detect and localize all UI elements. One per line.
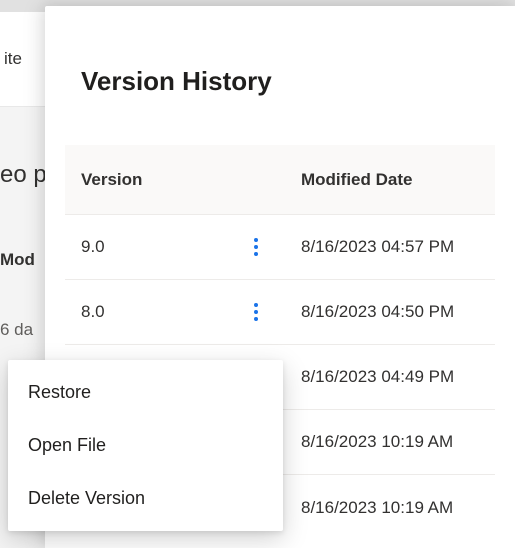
cell-modified-date: 8/16/2023 04:50 PM	[301, 302, 495, 322]
col-modified-date: Modified Date	[301, 170, 495, 190]
more-actions-icon[interactable]	[243, 299, 269, 325]
row-context-menu: Restore Open File Delete Version	[8, 360, 283, 531]
background-tab-fragment: ite	[0, 12, 50, 107]
cell-modified-date: 8/16/2023 10:19 AM	[301, 432, 495, 452]
cell-modified-date: 8/16/2023 04:57 PM	[301, 237, 495, 257]
bg-heading-text: eo p	[0, 161, 47, 189]
cell-modified-date: 8/16/2023 04:49 PM	[301, 367, 495, 387]
panel-title: Version History	[81, 66, 495, 97]
col-version: Version	[65, 170, 301, 190]
background-heading-fragment: eo p	[0, 140, 45, 210]
more-actions-icon[interactable]	[243, 234, 269, 260]
menu-restore[interactable]: Restore	[8, 366, 283, 419]
background-label-fragment: Mod	[0, 250, 45, 280]
bg-label-text: Mod	[0, 250, 35, 269]
background-meta-fragment: 6 da	[0, 320, 45, 350]
table-header: Version Modified Date	[65, 145, 495, 215]
table-row[interactable]: 8.0 8/16/2023 04:50 PM	[65, 280, 495, 345]
cell-version: 8.0	[65, 302, 243, 322]
table-row[interactable]: 9.0 8/16/2023 04:57 PM	[65, 215, 495, 280]
bg-meta-text: 6 da	[0, 320, 33, 339]
menu-open-file[interactable]: Open File	[8, 419, 283, 472]
menu-delete-version[interactable]: Delete Version	[8, 472, 283, 525]
cell-modified-date: 8/16/2023 10:19 AM	[301, 498, 495, 518]
bg-tab-text: ite	[4, 49, 22, 69]
cell-version: 9.0	[65, 237, 243, 257]
